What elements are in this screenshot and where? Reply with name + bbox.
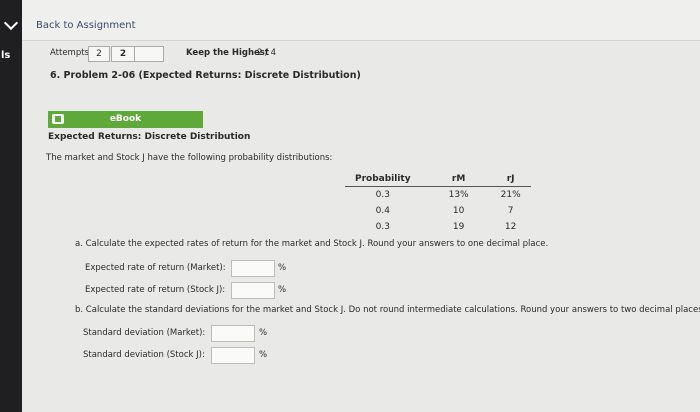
market-return-unit: % (278, 263, 287, 273)
cell: 12 (504, 222, 517, 232)
attempts-label: Attempts (50, 48, 89, 58)
table-header-row: Probability rM rJ (345, 172, 531, 187)
market-sd-unit: % (259, 328, 268, 338)
cell: 0.4 (375, 206, 390, 216)
attempts-blank (134, 46, 164, 62)
part-b-prompt: b. Calculate the standard deviations for… (75, 305, 700, 315)
cell: 7 (507, 206, 514, 216)
table-row: 0.4 10 7 (345, 203, 531, 219)
book-icon (52, 114, 64, 124)
chevron-down-icon[interactable] (3, 15, 19, 31)
ebook-button[interactable]: eBook (48, 111, 203, 128)
left-sidebar: ls (0, 0, 22, 412)
cell: 13% (448, 190, 469, 200)
stock-sd-input[interactable] (211, 347, 255, 364)
market-return-label: Expected rate of return (Market): (85, 263, 226, 273)
header-rm: rM (420, 172, 479, 187)
cell: 21% (500, 190, 521, 200)
stock-return-unit: % (278, 285, 287, 295)
stock-return-input[interactable] (231, 282, 275, 299)
cell: 10 (452, 206, 465, 216)
header-probability: Probability (345, 172, 421, 187)
ebook-label: eBook (109, 114, 142, 124)
keep-highest-value: 2 / 4 (257, 48, 277, 58)
attempts-used: 2 (88, 46, 110, 62)
header-rj: rJ (478, 172, 531, 187)
market-sd-label: Standard deviation (Market): (83, 328, 206, 338)
cell: 0.3 (375, 190, 390, 200)
market-sd-input[interactable] (211, 325, 255, 342)
table-row: 0.3 13% 21% (345, 187, 531, 204)
back-to-assignment-link[interactable]: Back to Assignment (36, 20, 136, 31)
distribution-table: Probability rM rJ 0.3 13% 21% 0.4 10 7 0… (345, 172, 531, 235)
part-a-prompt: a. Calculate the expected rates of retur… (75, 239, 549, 249)
table-row: 0.3 19 12 (345, 219, 531, 235)
intro-text: The market and Stock J have the followin… (46, 153, 333, 163)
attempts-current: 2 (111, 46, 135, 62)
problem-title: 6. Problem 2-06 (Expected Returns: Discr… (50, 70, 361, 81)
cell: 19 (452, 222, 465, 232)
stock-return-label: Expected rate of return (Stock J): (85, 285, 226, 295)
cell: 0.3 (375, 222, 390, 232)
stock-sd-unit: % (259, 350, 268, 360)
stock-sd-label: Standard deviation (Stock J): (83, 350, 205, 360)
section-title: Expected Returns: Discrete Distribution (48, 132, 251, 142)
sidebar-label: ls (1, 50, 11, 61)
market-return-input[interactable] (231, 260, 275, 277)
